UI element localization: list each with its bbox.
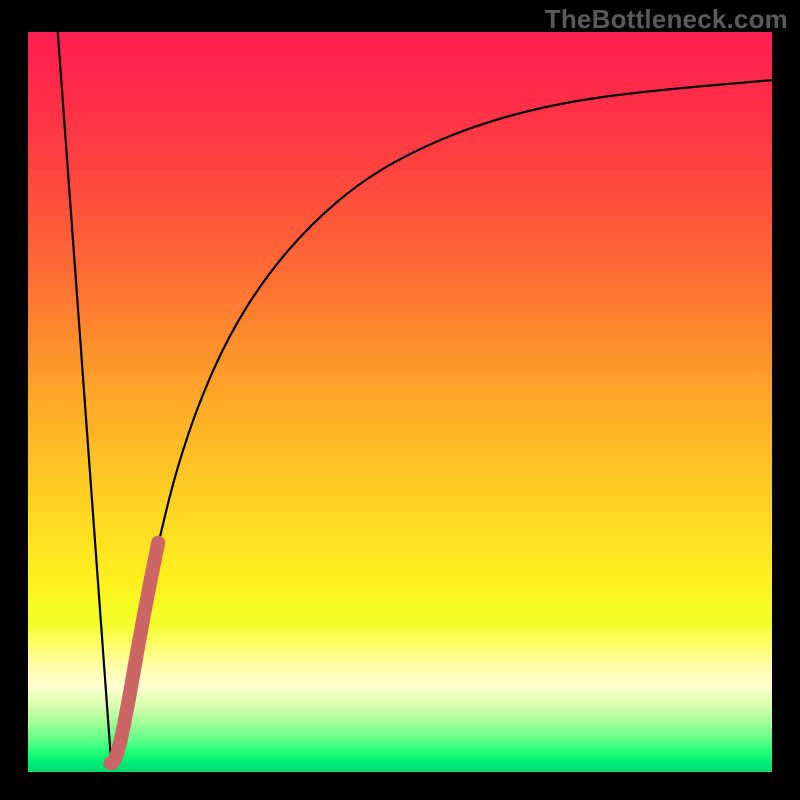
right-ascent-curve [111, 80, 772, 765]
left-descent-curve [58, 32, 112, 765]
curve-layer [28, 32, 772, 772]
chart-frame: TheBottleneck.com [0, 0, 800, 800]
highlight-segment [111, 543, 159, 764]
plot-area [28, 32, 772, 772]
watermark-text: TheBottleneck.com [545, 4, 788, 35]
